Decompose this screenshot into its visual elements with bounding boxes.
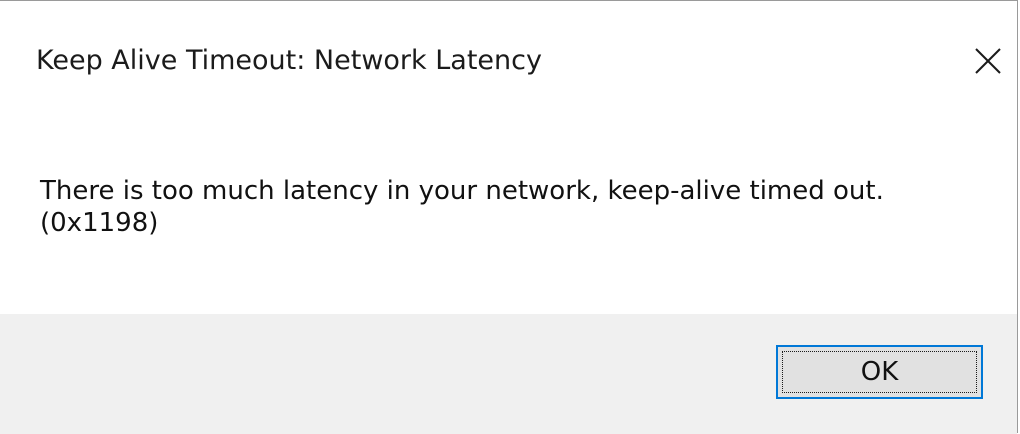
ok-button[interactable]: OK	[776, 345, 983, 399]
close-button[interactable]	[962, 33, 1014, 89]
dialog-content: There is too much latency in your networ…	[0, 119, 1017, 314]
ok-button-label: OK	[860, 357, 899, 387]
error-dialog: Keep Alive Timeout: Network Latency Ther…	[0, 0, 1018, 434]
error-message: There is too much latency in your networ…	[40, 176, 884, 238]
title-bar: Keep Alive Timeout: Network Latency	[0, 1, 1017, 119]
close-icon	[975, 48, 1001, 74]
dialog-title: Keep Alive Timeout: Network Latency	[36, 45, 542, 76]
button-bar: OK	[0, 314, 1017, 434]
